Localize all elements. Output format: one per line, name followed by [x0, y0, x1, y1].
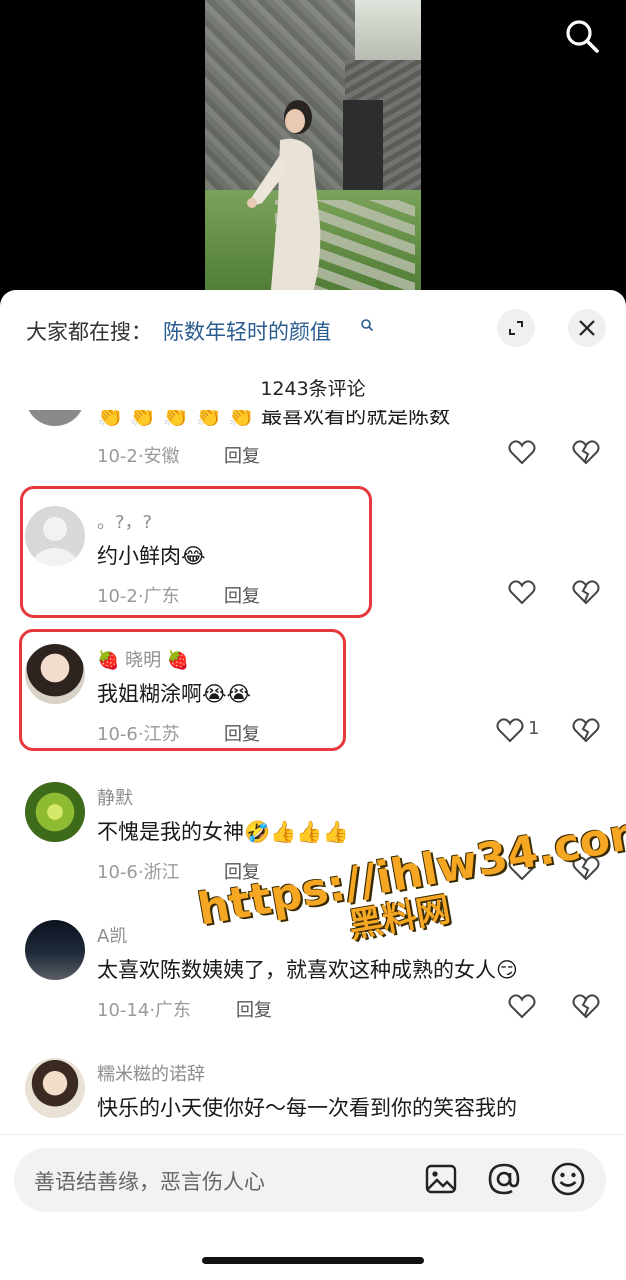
image-icon[interactable] [422, 1160, 460, 1198]
comment-text: 👏 👏 👏 👏 👏 最喜欢看的就是陈数 [97, 410, 451, 428]
divider [0, 1134, 626, 1135]
reply-button[interactable]: 回复 [224, 442, 260, 468]
home-indicator[interactable] [202, 1257, 424, 1264]
heart-icon[interactable] [496, 717, 524, 743]
comment-input[interactable]: 善语结善缘，恶言伤人心 [34, 1166, 265, 1196]
search-icon [566, 20, 599, 53]
heart-icon[interactable] [508, 579, 536, 605]
comment-date: 10-14 [97, 1000, 150, 1021]
comment-sheet: 大家都在搜： 陈数年轻时的颜值 1243条评论 👏 👏 👏 👏 👏 最喜欢看的就… [0, 290, 626, 1280]
comments-list[interactable]: 👏 👏 👏 👏 👏 最喜欢看的就是陈数 10-2·安徽 回复 。?，? 约小鲜肉… [0, 410, 626, 1135]
comment-location: 广东 [155, 1000, 192, 1021]
hot-search-row: 大家都在搜： 陈数年轻时的颜值 [0, 308, 626, 352]
comment-date: 10-6 [97, 862, 138, 883]
comments-count: 1243条评论 [260, 378, 366, 400]
comment-location: 浙江 [143, 862, 180, 883]
avatar[interactable] [25, 1058, 85, 1118]
comment-date: 10-2 [97, 446, 138, 467]
smiley-icon[interactable] [549, 1160, 587, 1198]
avatar[interactable] [25, 920, 85, 980]
reply-button[interactable]: 回复 [236, 996, 272, 1022]
comment-username[interactable]: 静默 [97, 784, 133, 810]
comment-username[interactable]: 糯米糍的诺辞 [97, 1060, 205, 1086]
close-icon [579, 320, 595, 336]
hot-search-query[interactable]: 陈数年轻时的颜值 [163, 316, 331, 346]
highlight-box [20, 486, 372, 618]
video-search-button[interactable] [562, 16, 602, 56]
comment-text: 快乐的小天使你好～每一次看到你的笑容我的 [97, 1096, 517, 1120]
broken-heart-icon[interactable] [572, 439, 600, 465]
comment-location: 安徽 [143, 446, 180, 467]
broken-heart-icon[interactable] [572, 717, 600, 743]
avatar[interactable] [25, 782, 85, 842]
comment-meta: 10-6·浙江 [97, 858, 180, 884]
search-icon [361, 319, 374, 332]
comment-username[interactable]: A凯 [97, 922, 127, 948]
broken-heart-icon[interactable] [572, 993, 600, 1019]
comment-item: 糯米糍的诺辞 快乐的小天使你好～每一次看到你的笑容我的 [0, 1058, 626, 1135]
hot-search-prefix: 大家都在搜： [26, 320, 152, 344]
expand-button[interactable] [497, 309, 535, 347]
comment-meta: 10-14·广东 [97, 996, 191, 1022]
comment-item: A凯 太喜欢陈数姨姨了，就喜欢这种成熟的女人😏 10-14·广东 回复 [0, 920, 626, 1050]
highlight-box [19, 629, 346, 751]
heart-icon[interactable] [508, 993, 536, 1019]
like-count: 1 [528, 718, 540, 739]
at-icon[interactable] [485, 1160, 523, 1198]
comment-text: 不愧是我的女神🤣👍👍👍 [97, 820, 349, 844]
comment-input-bar[interactable]: 善语结善缘，恶言伤人心 [14, 1148, 606, 1212]
video-player[interactable] [0, 0, 626, 300]
video-person [247, 100, 321, 300]
expand-icon [509, 321, 523, 335]
broken-heart-icon[interactable] [572, 579, 600, 605]
heart-icon[interactable] [508, 439, 536, 465]
video-doorway [343, 100, 383, 190]
avatar[interactable] [25, 410, 85, 426]
video-frame[interactable] [205, 0, 421, 300]
comment-text: 太喜欢陈数姨姨了，就喜欢这种成熟的女人😏 [97, 958, 518, 982]
close-button[interactable] [568, 309, 606, 347]
comment-meta: 10-2·安徽 [97, 442, 180, 468]
